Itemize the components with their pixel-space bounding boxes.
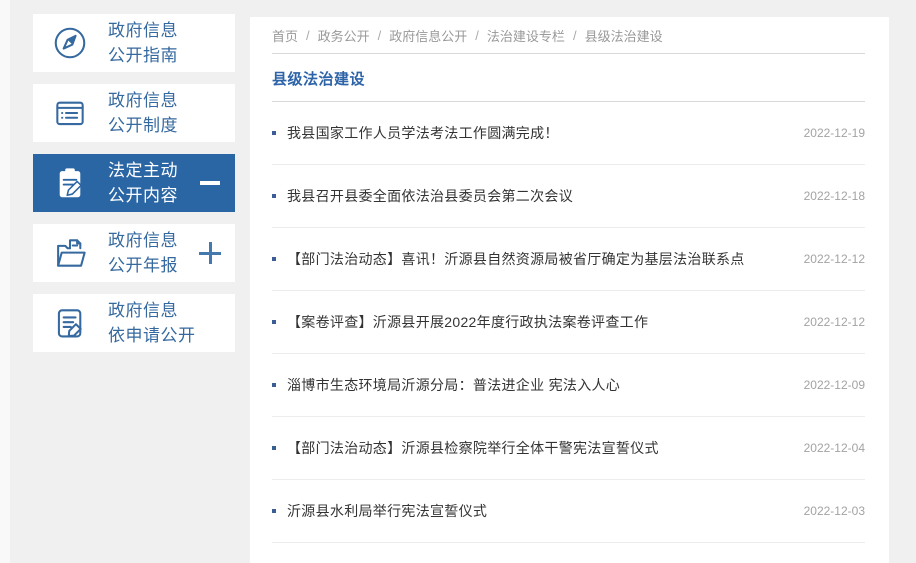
article-row[interactable]: 【部门法治动态】喜讯！沂源县自然资源局被省厅确定为基层法治联系点 2022-12… (272, 228, 865, 291)
sidebar: 政府信息 公开指南 政府信息 公开制度 法定主动 公开内容 政府信息 公开年报 … (33, 14, 235, 364)
bullet-icon (272, 446, 276, 450)
article-row[interactable]: 淄博市生态环境局沂源分局：普法进企业 宪法入人心 2022-12-09 (272, 354, 865, 417)
article-date: 2022-12-12 (803, 315, 865, 329)
sidebar-item-disclosure-on-request[interactable]: 政府信息 依申请公开 (33, 294, 235, 352)
bullet-icon (272, 509, 276, 513)
compass-icon (51, 24, 89, 62)
sidebar-item-label: 法定主动 公开内容 (108, 161, 178, 205)
sidebar-item-label: 政府信息 公开制度 (108, 91, 178, 135)
article-row[interactable]: 我县召开县委全面依法治县委员会第二次会议 2022-12-18 (272, 165, 865, 228)
collapse-icon[interactable] (198, 171, 222, 195)
breadcrumb-separator: / (306, 27, 310, 43)
folder-document-icon (51, 234, 89, 272)
article-link[interactable]: 【部门法治动态】沂源县检察院举行全体干警宪法宣誓仪式 (287, 438, 792, 458)
bullet-icon (272, 257, 276, 261)
bullet-icon (272, 194, 276, 198)
article-date: 2022-12-19 (803, 126, 865, 140)
breadcrumb: 首页 / 政务公开 / 政府信息公开 / 法治建设专栏 / 县级法治建设 (272, 17, 865, 54)
article-date: 2022-12-18 (803, 189, 865, 203)
article-date: 2022-12-12 (803, 252, 865, 266)
sidebar-item-label: 政府信息 公开年报 (108, 231, 178, 275)
document-list-icon (51, 94, 89, 132)
article-link[interactable]: 我县国家工作人员学法考法工作圆满完成！ (287, 123, 792, 143)
sidebar-item-gov-info-guide[interactable]: 政府信息 公开指南 (33, 14, 235, 72)
breadcrumb-separator: / (475, 27, 479, 43)
expand-icon[interactable] (198, 241, 222, 265)
bullet-icon (272, 131, 276, 135)
clipboard-pen-icon (51, 164, 89, 202)
page: { "colors": { "page_bg": "#f0f0f1", "pan… (0, 0, 916, 563)
breadcrumb-zhengwu-gongkai[interactable]: 政务公开 (318, 26, 370, 45)
article-row[interactable]: 沂源县水利局举行宪法宣誓仪式 2022-12-03 (272, 480, 865, 543)
article-link[interactable]: 我县召开县委全面依法治县委员会第二次会议 (287, 186, 792, 206)
breadcrumb-gov-info-disclosure[interactable]: 政府信息公开 (389, 26, 467, 45)
article-date: 2022-12-09 (803, 378, 865, 392)
sidebar-item-label: 政府信息 依申请公开 (108, 301, 196, 345)
article-link[interactable]: 【案卷评查】沂源县开展2022年度行政执法案卷评查工作 (287, 312, 792, 332)
sidebar-item-annual-report[interactable]: 政府信息 公开年报 (33, 224, 235, 282)
article-row[interactable]: 【部门法治动态】沂源县检察院举行全体干警宪法宣誓仪式 2022-12-04 (272, 417, 865, 480)
article-link[interactable]: 淄博市生态环境局沂源分局：普法进企业 宪法入人心 (287, 375, 792, 395)
main-content-panel: 首页 / 政务公开 / 政府信息公开 / 法治建设专栏 / 县级法治建设 县级法… (250, 17, 889, 563)
article-date: 2022-12-04 (803, 441, 865, 455)
article-row[interactable]: 【案卷评查】沂源县开展2022年度行政执法案卷评查工作 2022-12-12 (272, 291, 865, 354)
article-row[interactable]: 我县国家工作人员学法考法工作圆满完成！ 2022-12-19 (272, 102, 865, 165)
breadcrumb-home[interactable]: 首页 (272, 26, 298, 45)
breadcrumb-current-page: 县级法治建设 (584, 28, 663, 44)
sidebar-item-statutory-disclosure[interactable]: 法定主动 公开内容 (33, 154, 235, 212)
page-left-margin-strip (0, 0, 10, 563)
article-link[interactable]: 【部门法治动态】喜讯！沂源县自然资源局被省厅确定为基层法治联系点 (287, 249, 792, 269)
breadcrumb-separator: / (377, 27, 382, 43)
breadcrumb-rule-of-law-column[interactable]: 法治建设专栏 (487, 26, 565, 45)
article-list: 我县国家工作人员学法考法工作圆满完成！ 2022-12-19 我县召开县委全面依… (272, 102, 865, 543)
article-link[interactable]: 沂源县水利局举行宪法宣誓仪式 (287, 501, 792, 521)
document-pen-icon (51, 304, 89, 342)
sidebar-item-gov-info-system[interactable]: 政府信息 公开制度 (33, 84, 235, 142)
bullet-icon (272, 383, 276, 387)
article-date: 2022-12-03 (803, 504, 865, 518)
page-title: 县级法治建设 (272, 54, 865, 102)
bullet-icon (272, 320, 276, 324)
sidebar-item-label: 政府信息 公开指南 (108, 21, 178, 65)
breadcrumb-separator: / (572, 27, 577, 43)
